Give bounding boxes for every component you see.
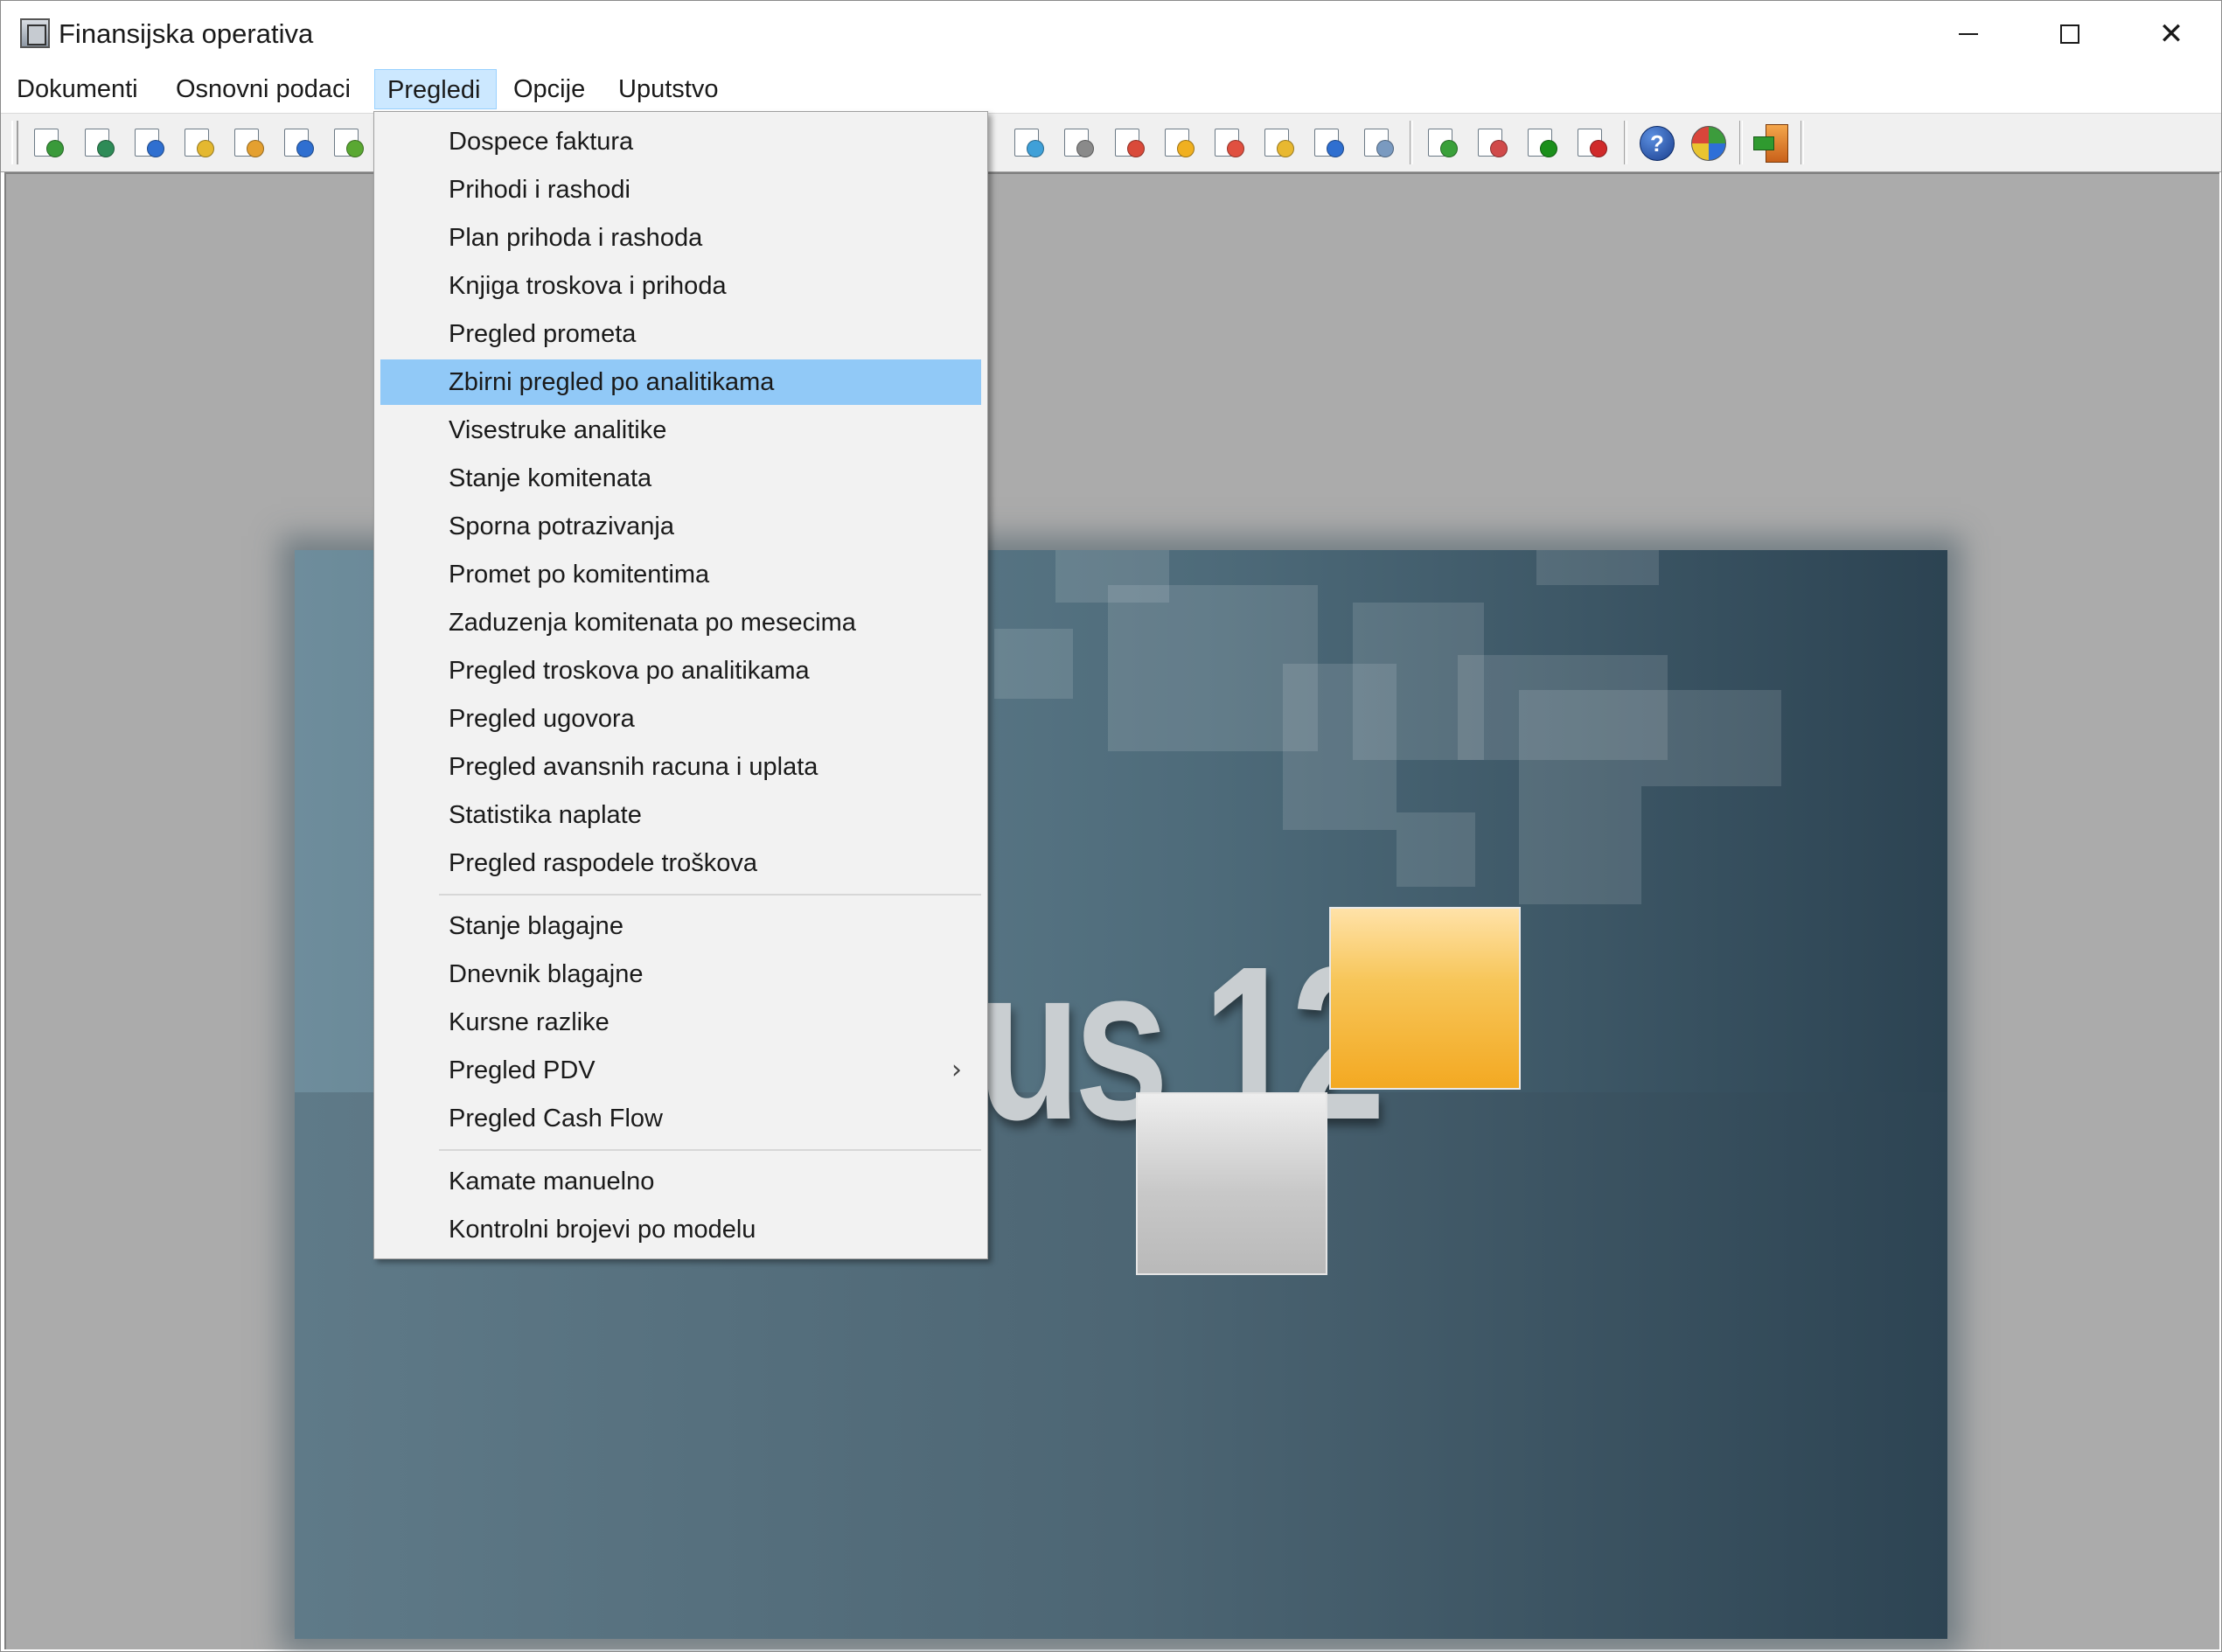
toolbar-separator — [1801, 121, 1804, 164]
window-title: Finansijska operativa — [59, 18, 314, 49]
menu-item-pregled-pdv[interactable]: Pregled PDV › — [380, 1048, 981, 1093]
users-export-icon[interactable] — [331, 126, 366, 159]
recycle-icon[interactable] — [31, 126, 66, 159]
exit-door-icon[interactable] — [1753, 124, 1788, 163]
menu-item-zbirni-pregled-po-analitikama[interactable]: Zbirni pregled po analitikama — [380, 359, 981, 405]
report-calendar-icon[interactable] — [1361, 126, 1396, 159]
mdi-client-area: us 12 — [4, 172, 2219, 1649]
report-export-icon[interactable] — [1211, 126, 1246, 159]
menu-item-sporna-potrazivanja[interactable]: Sporna potrazivanja — [380, 504, 981, 549]
report-folder-icon[interactable] — [1111, 126, 1146, 159]
decor-square — [1519, 786, 1641, 904]
menu-item-plan-prihoda-i-rashoda[interactable]: Plan prihoda i rashoda — [380, 215, 981, 261]
menu-item-pregled-troskova-po-analitikama[interactable]: Pregled troskova po analitikama — [380, 648, 981, 694]
close-button[interactable]: ✕ — [2121, 1, 2221, 67]
splash-grey-square — [1136, 1092, 1327, 1275]
menu-item-zaduzenja-komitenata-po-mesecima[interactable]: Zaduzenja komitenata po mesecima — [380, 600, 981, 645]
menu-item-prihodi-i-rashodi[interactable]: Prihodi i rashodi — [380, 167, 981, 213]
menu-dokumenti[interactable]: Dokumenti — [4, 69, 150, 109]
stats-green-icon[interactable] — [1424, 126, 1459, 159]
menu-item-pregled-ugovora[interactable]: Pregled ugovora — [380, 696, 981, 742]
decor-square — [1536, 550, 1659, 585]
title-bar: Finansijska operativa ✕ — [1, 1, 2221, 67]
menu-item-pregled-avansnih-racuna-i-uplata[interactable]: Pregled avansnih racuna i uplata — [380, 744, 981, 790]
report-shield-icon[interactable] — [1261, 126, 1296, 159]
maximize-button[interactable] — [2019, 1, 2121, 67]
toolbar-grip[interactable] — [11, 121, 18, 164]
menu-item-pregled-prometa[interactable]: Pregled prometa — [380, 311, 981, 357]
menu-item-dospece-faktura[interactable]: Dospece faktura — [380, 119, 981, 164]
menu-item-pregled-raspodele-troskova[interactable]: Pregled raspodele troškova — [380, 840, 981, 886]
menu-item-statistika-naplate[interactable]: Statistika naplate — [380, 792, 981, 838]
users-add-icon[interactable] — [281, 126, 316, 159]
globe-icon[interactable] — [1691, 126, 1726, 161]
decor-square — [1397, 812, 1475, 887]
minimize-icon — [1959, 33, 1978, 35]
menu-item-dnevnik-blagajne[interactable]: Dnevnik blagajne — [380, 951, 981, 997]
menu-opcije[interactable]: Opcije — [501, 69, 597, 109]
decor-square — [994, 629, 1073, 699]
menu-separator — [439, 894, 981, 896]
menu-item-pregled-pdv-label: Pregled PDV — [449, 1056, 596, 1084]
menu-item-promet-po-komitentima[interactable]: Promet po komitentima — [380, 552, 981, 597]
app-window: Finansijska operativa ✕ Dokumenti Osnovn… — [0, 0, 2222, 1652]
document-green-icon[interactable] — [81, 126, 116, 159]
menu-item-visestruke-analitike[interactable]: Visestruke analitike — [380, 408, 981, 453]
menu-item-kursne-razlike[interactable]: Kursne razlike — [380, 1000, 981, 1045]
decor-square — [1519, 690, 1781, 786]
menu-osnovni-podaci[interactable]: Osnovni podaci — [164, 69, 363, 109]
toolbar-separator — [1624, 121, 1627, 164]
app-safe-icon — [20, 18, 50, 48]
report-warning-icon[interactable] — [1161, 126, 1196, 159]
document-blue-icon[interactable] — [131, 126, 166, 159]
menu-item-knjiga-troskova-i-prihoda[interactable]: Knjiga troskova i prihoda — [380, 263, 981, 309]
menu-item-stanje-komitenata[interactable]: Stanje komitenata — [380, 456, 981, 501]
toolbar-separator — [1410, 121, 1413, 164]
close-icon: ✕ — [2158, 17, 2184, 52]
chevron-right-icon: › — [951, 1055, 962, 1085]
edit-document-2-icon[interactable] — [231, 126, 266, 159]
menu-item-kamate-manuelno[interactable]: Kamate manuelno — [380, 1159, 981, 1204]
maximize-icon — [2060, 24, 2079, 44]
pregledi-dropdown-menu: Dospece faktura Prihodi i rashodi Plan p… — [373, 111, 988, 1259]
menu-pregledi[interactable]: Pregledi — [374, 69, 497, 109]
decor-square — [1283, 664, 1397, 830]
menu-item-kontrolni-brojevi-po-modelu[interactable]: Kontrolni brojevi po modelu — [380, 1207, 981, 1252]
menu-uputstvo[interactable]: Uputstvo — [606, 69, 730, 109]
minimize-button[interactable] — [1918, 1, 2019, 67]
stats-green-dark-icon[interactable] — [1524, 126, 1559, 159]
menu-item-stanje-blagajne[interactable]: Stanje blagajne — [380, 903, 981, 949]
menu-item-pregled-cash-flow[interactable]: Pregled Cash Flow — [380, 1096, 981, 1141]
toolbar-separator — [1739, 121, 1743, 164]
menu-separator — [439, 1149, 981, 1151]
stats-blue-icon[interactable] — [1474, 126, 1509, 159]
stats-red-icon[interactable] — [1574, 126, 1609, 159]
report-info-icon[interactable] — [1311, 126, 1346, 159]
report-search-icon[interactable] — [1011, 126, 1046, 159]
splash-orange-square — [1329, 907, 1521, 1090]
edit-document-icon[interactable] — [181, 126, 216, 159]
menu-bar: Dokumenti Osnovni podaci Pregledi Opcije… — [1, 67, 2221, 111]
help-icon[interactable]: ? — [1640, 126, 1675, 161]
toolbar: ? — [1, 113, 2221, 172]
report-print-icon[interactable] — [1061, 126, 1096, 159]
